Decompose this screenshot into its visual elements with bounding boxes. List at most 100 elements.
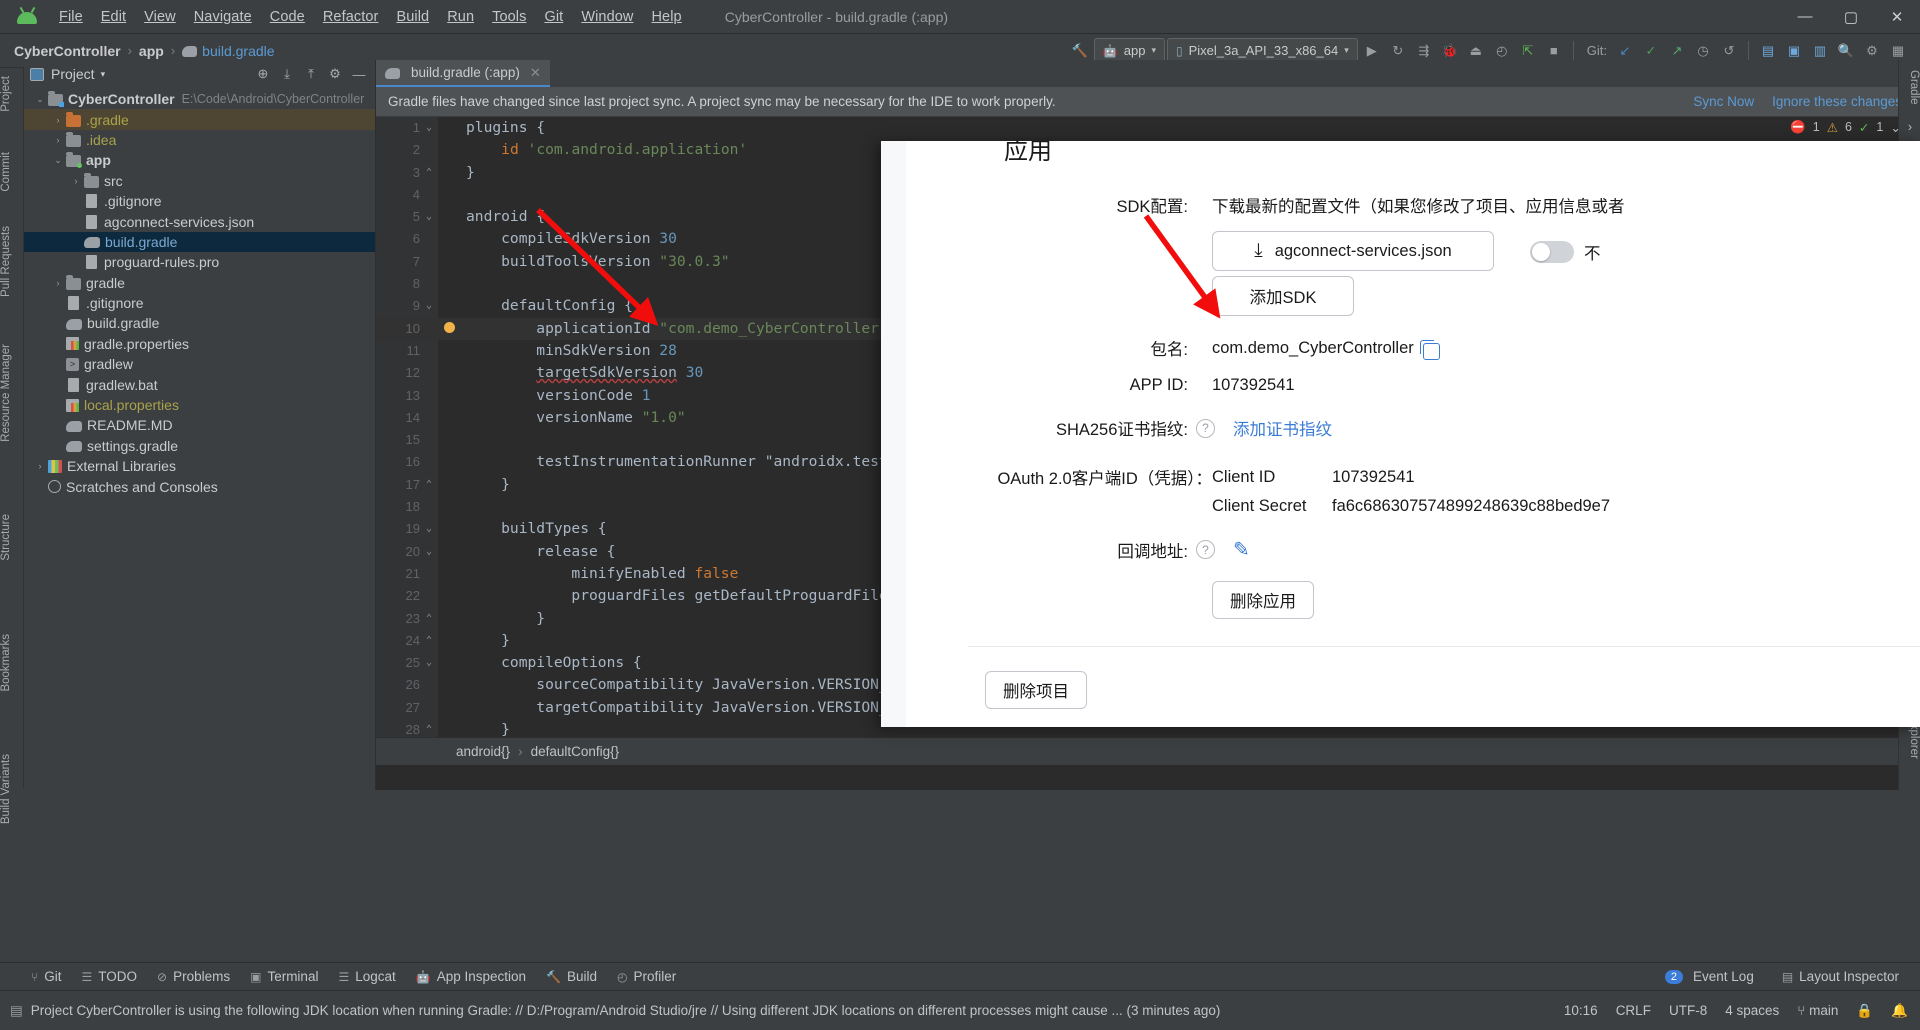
sdk-manager-icon[interactable]: ▤	[1756, 39, 1780, 63]
question-mark-icon[interactable]: ?	[1196, 418, 1215, 438]
tree-node-gradle[interactable]: › gradle	[24, 273, 375, 293]
apply-changes-icon[interactable]: ↻	[1386, 39, 1410, 63]
tree-node-app[interactable]: ⌄ app	[24, 150, 375, 170]
tree-expander[interactable]: ›	[32, 461, 48, 471]
fold-marker[interactable]: ⌄	[420, 117, 438, 139]
breadcrumb-module[interactable]: app	[139, 43, 164, 59]
breadcrumb-project[interactable]: CyberController	[14, 43, 121, 59]
gear-icon[interactable]: ⚙	[325, 64, 345, 84]
scroll-from-source-icon[interactable]: ⊕	[253, 64, 273, 84]
menu-view[interactable]: View	[135, 5, 185, 29]
git-push-icon[interactable]: ↗	[1665, 39, 1689, 63]
sidebar-item-project[interactable]: Project	[0, 70, 24, 118]
notifications-icon[interactable]: ▦	[1886, 39, 1910, 63]
tree-node-cybercontroller[interactable]: ⌄ CyberController E:\Code\Android\CyberCon…	[24, 89, 375, 109]
menu-refactor[interactable]: Refactor	[314, 5, 388, 29]
fold-marker[interactable]: ⌄	[420, 206, 438, 228]
attach-debugger-icon[interactable]: ⏏	[1464, 39, 1488, 63]
sidebar-item-commit[interactable]: Commit	[0, 146, 24, 198]
menu-file[interactable]: File	[50, 5, 92, 29]
tree-node-agconnect-services-json[interactable]: agconnect-services.json	[24, 211, 375, 231]
tool-window-logcat[interactable]: ☰ Logcat	[329, 966, 404, 987]
search-icon[interactable]: 🔍	[1834, 39, 1858, 63]
tree-expander[interactable]: ⌄	[32, 94, 48, 105]
tool-window-profiler[interactable]: ◴ Profiler	[608, 966, 685, 987]
code-breadcrumb-defaultconfig[interactable]: defaultConfig{}	[531, 744, 620, 759]
tree-expander[interactable]: ›	[68, 176, 84, 186]
sidebar-item-bookmarks[interactable]: Bookmarks	[0, 628, 24, 698]
tree-node-scratches-and-consoles[interactable]: Scratches and Consoles	[24, 476, 375, 496]
collapse-all-icon[interactable]: ⤒	[301, 64, 321, 84]
tree-node-build-gradle[interactable]: build.gradle	[24, 313, 375, 333]
sidebar-item-resource-manager[interactable]: Resource Manager	[0, 338, 24, 448]
run-button[interactable]: ▶	[1360, 39, 1384, 63]
tree-node-gradle-properties[interactable]: gradle.properties	[24, 334, 375, 354]
tool-window-build[interactable]: 🔨 Build	[537, 966, 606, 987]
tree-node-gradlew[interactable]: > gradlew	[24, 354, 375, 374]
tab-build-gradle[interactable]: build.gradle (:app) ✕	[376, 60, 550, 87]
chevron-right-icon[interactable]: ›	[1908, 120, 1912, 134]
tree-node-build-gradle[interactable]: build.gradle	[24, 231, 375, 253]
expand-all-icon[interactable]: ⤓	[277, 64, 297, 84]
status-message[interactable]: Project CyberController is using the fol…	[31, 1003, 1221, 1018]
breadcrumb-file[interactable]: build.gradle	[202, 43, 274, 59]
hide-panel-icon[interactable]: —	[349, 64, 369, 84]
event-log-button[interactable]: 2 Event Log	[1656, 966, 1763, 987]
chevron-down-icon[interactable]: ▾	[101, 69, 106, 80]
gear-icon[interactable]: ⚙	[1860, 39, 1884, 63]
history-icon[interactable]: ◷	[1691, 39, 1715, 63]
menu-code[interactable]: Code	[261, 5, 314, 29]
code-breadcrumb-android[interactable]: android{}	[456, 744, 510, 759]
stop-button[interactable]: ■	[1542, 39, 1566, 63]
inspection-widget[interactable]: ⛔ 1 ⚠ 6 ✓ 1 ⌄ ›	[1760, 117, 1920, 137]
sidebar-item-structure[interactable]: Structure	[0, 508, 24, 567]
tree-expander[interactable]: ›	[50, 278, 66, 288]
avd-manager-icon[interactable]: ▣	[1782, 39, 1806, 63]
pencil-icon[interactable]: ✎	[1233, 537, 1250, 562]
fold-marker[interactable]: ⌃	[420, 474, 438, 496]
sidebar-item-gradle[interactable]: Gradle	[1898, 64, 1920, 111]
menu-navigate[interactable]: Navigate	[185, 5, 261, 29]
tool-window-problems[interactable]: ⊘ Problems	[148, 966, 239, 987]
make-project-icon[interactable]: 🔨	[1068, 39, 1092, 63]
fold-marker[interactable]: ⌄	[420, 295, 438, 317]
menu-git[interactable]: Git	[535, 5, 572, 29]
sdk-toggle-switch[interactable]	[1530, 241, 1574, 263]
tree-expander[interactable]: ›	[50, 115, 66, 125]
close-button[interactable]: ✕	[1874, 0, 1920, 34]
tree-expander[interactable]: ⌄	[50, 155, 66, 166]
git-update-icon[interactable]: ↙	[1613, 39, 1637, 63]
menu-run[interactable]: Run	[438, 5, 483, 29]
tool-window-git[interactable]: ⑂ Git	[22, 966, 70, 987]
agconnect-overlay-panel[interactable]: 应用 SDK配置: 下载最新的配置文件（如果您修改了项目、应用信息或者 ⤓ ag…	[881, 141, 1920, 727]
menu-tools[interactable]: Tools	[483, 5, 535, 29]
git-commit-icon[interactable]: ✓	[1639, 39, 1663, 63]
tree-node-readme-md[interactable]: README.MD	[24, 415, 375, 435]
tree-node--idea[interactable]: › .idea	[24, 130, 375, 150]
tree-node-gradlew-bat[interactable]: gradlew.bat	[24, 374, 375, 394]
tree-node--gradle[interactable]: › .gradle	[24, 109, 375, 130]
delete-app-button[interactable]: 删除应用	[1212, 581, 1314, 619]
profiler-icon[interactable]: ◴	[1490, 39, 1514, 63]
device-manager-icon[interactable]: ▥	[1808, 39, 1832, 63]
run-with-coverage-icon[interactable]: ⇱	[1516, 39, 1540, 63]
copy-icon[interactable]	[1419, 339, 1440, 360]
tool-window-todo[interactable]: ☰ TODO	[72, 966, 146, 987]
minimize-button[interactable]: —	[1782, 0, 1828, 34]
bell-icon[interactable]: 🔔	[1891, 1003, 1908, 1019]
fold-marker[interactable]: ⌄	[420, 518, 438, 540]
tree-node-proguard-rules-pro[interactable]: proguard-rules.pro	[24, 252, 375, 272]
line-separator[interactable]: CRLF	[1616, 1003, 1651, 1018]
maximize-button[interactable]: ▢	[1828, 0, 1874, 34]
apply-code-changes-icon[interactable]: ⇶	[1412, 39, 1436, 63]
file-encoding[interactable]: UTF-8	[1669, 1003, 1707, 1018]
menu-build[interactable]: Build	[387, 5, 438, 29]
undo-icon[interactable]: ↺	[1717, 39, 1741, 63]
close-icon[interactable]: ✕	[530, 65, 541, 81]
fold-marker[interactable]: ⌄	[420, 652, 438, 674]
tree-node--gitignore[interactable]: .gitignore	[24, 191, 375, 211]
menu-window[interactable]: Window	[572, 5, 642, 29]
fold-marker[interactable]: ⌃	[420, 630, 438, 652]
download-agconnect-json-button[interactable]: ⤓ agconnect-services.json	[1212, 231, 1494, 271]
sidebar-item-pull-requests[interactable]: Pull Requests	[0, 220, 24, 303]
